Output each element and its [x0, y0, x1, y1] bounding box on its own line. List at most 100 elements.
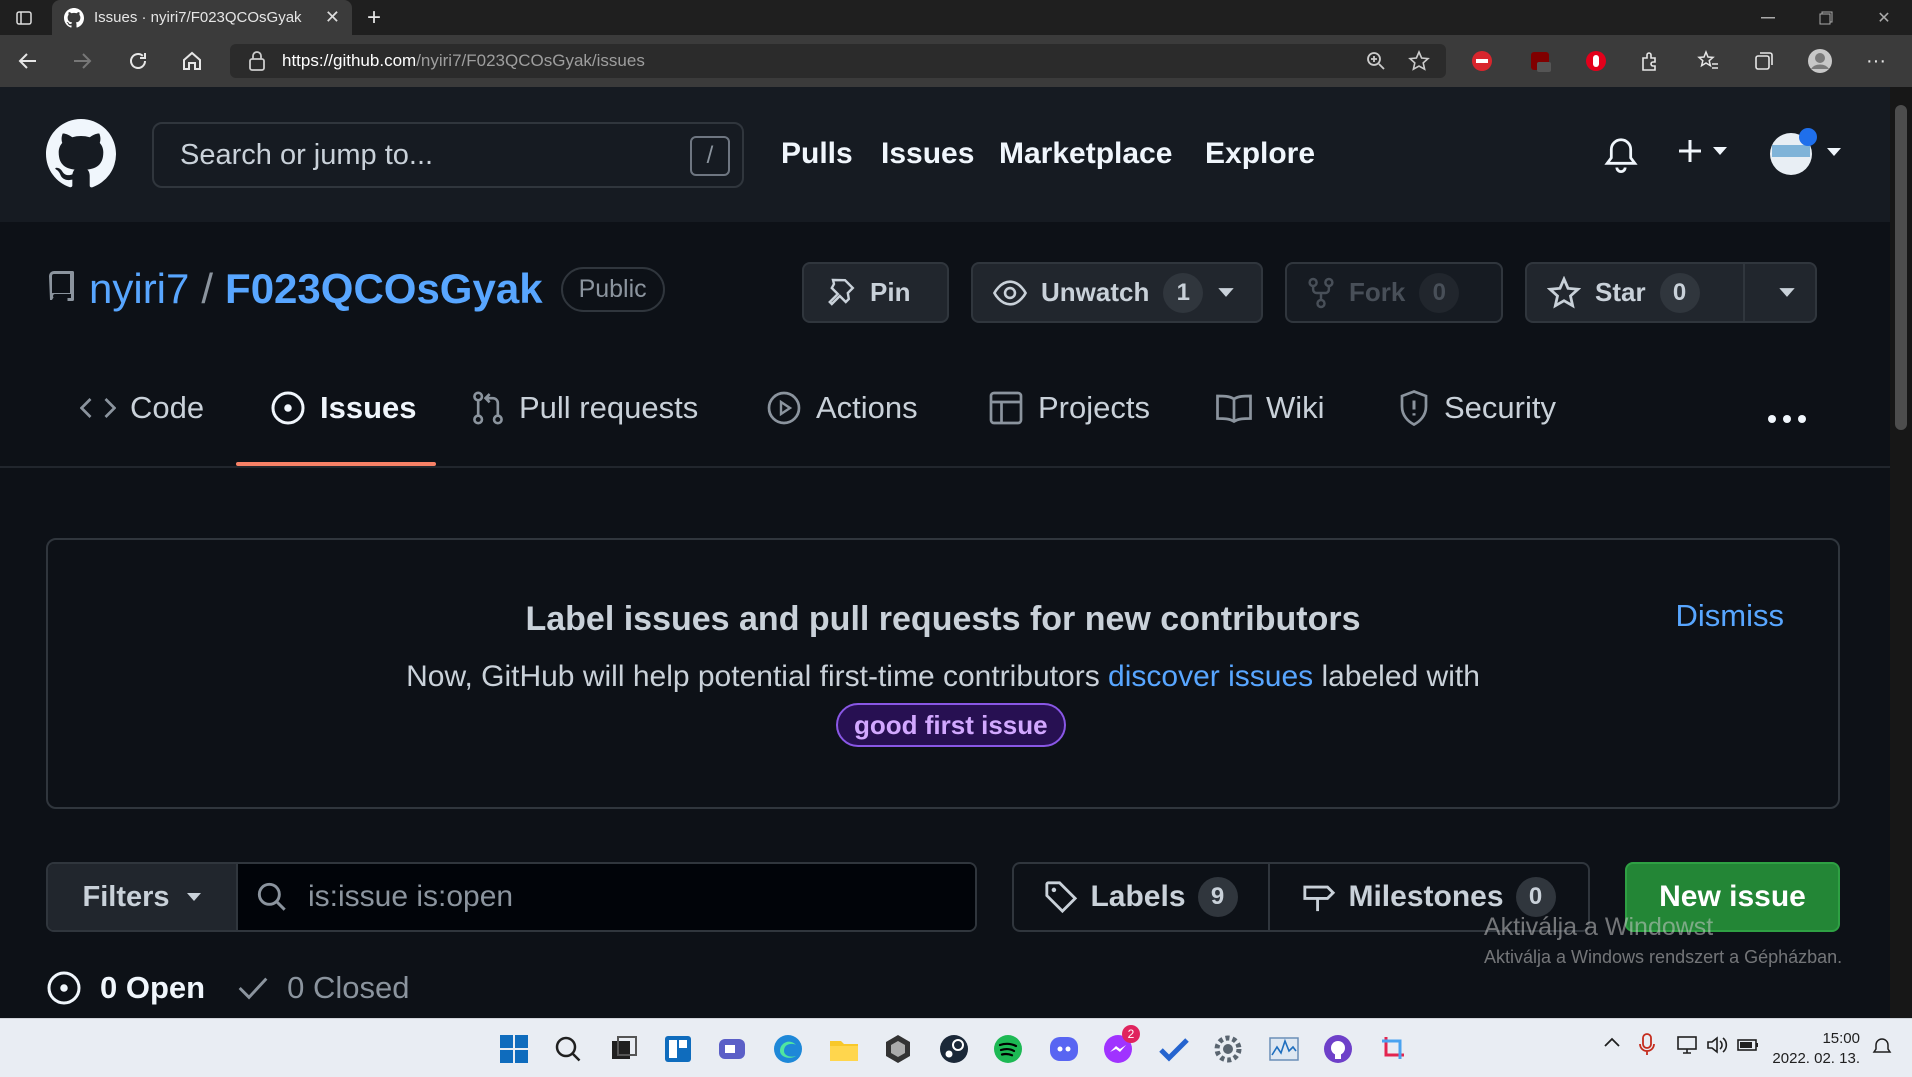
filters-dropdown-button[interactable]: Filters [48, 864, 238, 930]
project-board-icon [989, 391, 1023, 425]
create-new-dropdown[interactable] [1676, 137, 1728, 165]
tab-code[interactable]: Code [80, 390, 204, 426]
extensions-puzzle-icon[interactable] [1636, 47, 1664, 75]
github-logo-icon[interactable] [46, 119, 116, 189]
star-list-dropdown[interactable] [1759, 264, 1815, 321]
system-tray-chevron-icon[interactable] [1603, 1035, 1621, 1049]
start-menu-icon[interactable] [498, 1033, 530, 1065]
pin-button[interactable]: Pin [802, 262, 949, 323]
back-icon[interactable] [14, 47, 42, 75]
play-icon [767, 391, 801, 425]
close-tab-icon[interactable]: ✕ [325, 7, 340, 28]
tab-actions-label: Actions [816, 390, 918, 425]
notifications-bell-icon[interactable] [1604, 137, 1638, 173]
microphone-icon[interactable] [1638, 1033, 1656, 1057]
network-icon[interactable] [1676, 1035, 1698, 1055]
tab-projects[interactable]: Projects [988, 390, 1150, 426]
watch-count: 1 [1163, 272, 1204, 313]
settings-gear-icon[interactable] [1212, 1033, 1244, 1065]
battery-icon[interactable] [1736, 1035, 1760, 1055]
nav-explore[interactable]: Explore [1205, 137, 1315, 171]
profile-avatar-icon[interactable] [1806, 47, 1834, 75]
repo-name-link[interactable]: F023QCOsGyak [225, 265, 543, 313]
scrollbar-thumb[interactable] [1895, 105, 1907, 430]
search-input[interactable]: Search or jump to... / [152, 122, 744, 188]
teams-chat-icon[interactable] [716, 1033, 748, 1065]
chevron-down-icon [1713, 147, 1727, 155]
edge-browser-icon[interactable] [772, 1033, 804, 1065]
more-menu-icon[interactable]: ··· [1862, 47, 1890, 75]
fork-button[interactable]: Fork 0 [1285, 262, 1503, 323]
taskbar-time: 15:00 [1822, 1030, 1860, 1047]
star-label: Star [1595, 277, 1646, 307]
resource-monitor-icon[interactable] [1268, 1033, 1300, 1065]
windows-taskbar: 2 15:00 2022. 02. 13. [0, 1018, 1912, 1077]
tab-security[interactable]: Security [1398, 390, 1556, 426]
discord-icon[interactable] [1048, 1033, 1080, 1065]
nav-marketplace[interactable]: Marketplace [999, 137, 1172, 171]
discover-issues-link[interactable]: discover issues [1108, 660, 1313, 693]
book-icon [1216, 394, 1252, 424]
minimize-icon[interactable] [1754, 4, 1782, 32]
github-desktop-icon[interactable] [1322, 1033, 1354, 1065]
nav-pulls[interactable]: Pulls [781, 137, 853, 171]
repo-icon [49, 271, 74, 301]
tab-code-label: Code [130, 390, 205, 425]
dismiss-link[interactable]: Dismiss [1676, 598, 1785, 634]
tag-icon [1045, 881, 1078, 914]
unwatch-button[interactable]: Unwatch 1 [971, 262, 1263, 323]
tab-wiki[interactable]: Wiki [1216, 390, 1325, 426]
file-explorer-icon[interactable] [828, 1033, 860, 1065]
good-first-issue-label[interactable]: good first issue [836, 703, 1066, 747]
tab-actions[interactable]: Actions [766, 390, 918, 426]
page-scrollbar[interactable] [1890, 87, 1912, 1018]
close-window-icon[interactable]: ✕ [1870, 4, 1898, 32]
widgets-icon[interactable] [662, 1033, 694, 1065]
lock-icon[interactable] [248, 51, 266, 71]
nav-issues[interactable]: Issues [881, 137, 974, 171]
filters-label: Filters [82, 880, 170, 913]
more-tabs-icon[interactable] [1767, 414, 1807, 424]
closed-issues-link[interactable]: 0 Closed [287, 970, 409, 1006]
tab-pull-requests-label: Pull requests [519, 390, 699, 425]
forward-icon[interactable] [68, 47, 96, 75]
steam-icon[interactable] [938, 1033, 970, 1065]
volume-icon[interactable] [1706, 1035, 1728, 1055]
issues-search-input[interactable]: is:issue is:open [238, 864, 975, 930]
labels-button[interactable]: Labels 9 [1014, 864, 1270, 930]
issue-opened-icon [47, 971, 81, 1005]
collections-icon[interactable] [1750, 47, 1778, 75]
filters-search-group: Filters is:issue is:open [46, 862, 977, 932]
snipping-tool-icon[interactable] [1378, 1033, 1410, 1065]
repo-owner-link[interactable]: nyiri7 [89, 265, 189, 313]
todo-icon[interactable] [1158, 1033, 1190, 1065]
taskbar-clock[interactable]: 15:00 2022. 02. 13. [1772, 1029, 1860, 1069]
zoom-icon[interactable] [1366, 51, 1386, 71]
favorite-star-icon[interactable] [1408, 50, 1430, 72]
tab-issues[interactable]: Issues [270, 390, 417, 426]
user-menu[interactable] [1768, 127, 1842, 177]
spotify-icon[interactable] [992, 1033, 1024, 1065]
refresh-icon[interactable] [124, 47, 152, 75]
messenger-icon[interactable]: 2 [1102, 1025, 1140, 1065]
milestones-count: 0 [1515, 877, 1556, 917]
tab-actions-icon[interactable] [10, 4, 38, 32]
banner-text: Now, GitHub will help potential first-ti… [48, 660, 1838, 694]
browser-tab-active[interactable]: Issues · nyiri7/F023QCOsGyak ✕ [52, 0, 352, 35]
open-issues-link[interactable]: 0 Open [100, 970, 205, 1006]
favorites-icon[interactable] [1694, 47, 1722, 75]
notification-center-icon[interactable] [1872, 1037, 1892, 1057]
star-button[interactable]: Star 0 [1527, 264, 1745, 321]
unity-hub-icon[interactable] [882, 1033, 914, 1065]
adblock-extension-icon[interactable] [1468, 47, 1496, 75]
restore-icon[interactable] [1812, 4, 1840, 32]
search-icon[interactable] [552, 1033, 584, 1065]
ublock-extension-icon[interactable] [1526, 47, 1554, 75]
url-field[interactable]: https://github.com/nyiri7/F023QCOsGyak/i… [230, 44, 1446, 78]
home-icon[interactable] [178, 47, 206, 75]
tab-pull-requests[interactable]: Pull requests [471, 390, 698, 426]
hand-extension-icon[interactable] [1582, 47, 1610, 75]
new-tab-icon[interactable]: + [360, 4, 388, 32]
labels-count: 9 [1197, 877, 1238, 917]
task-view-icon[interactable] [608, 1033, 640, 1065]
